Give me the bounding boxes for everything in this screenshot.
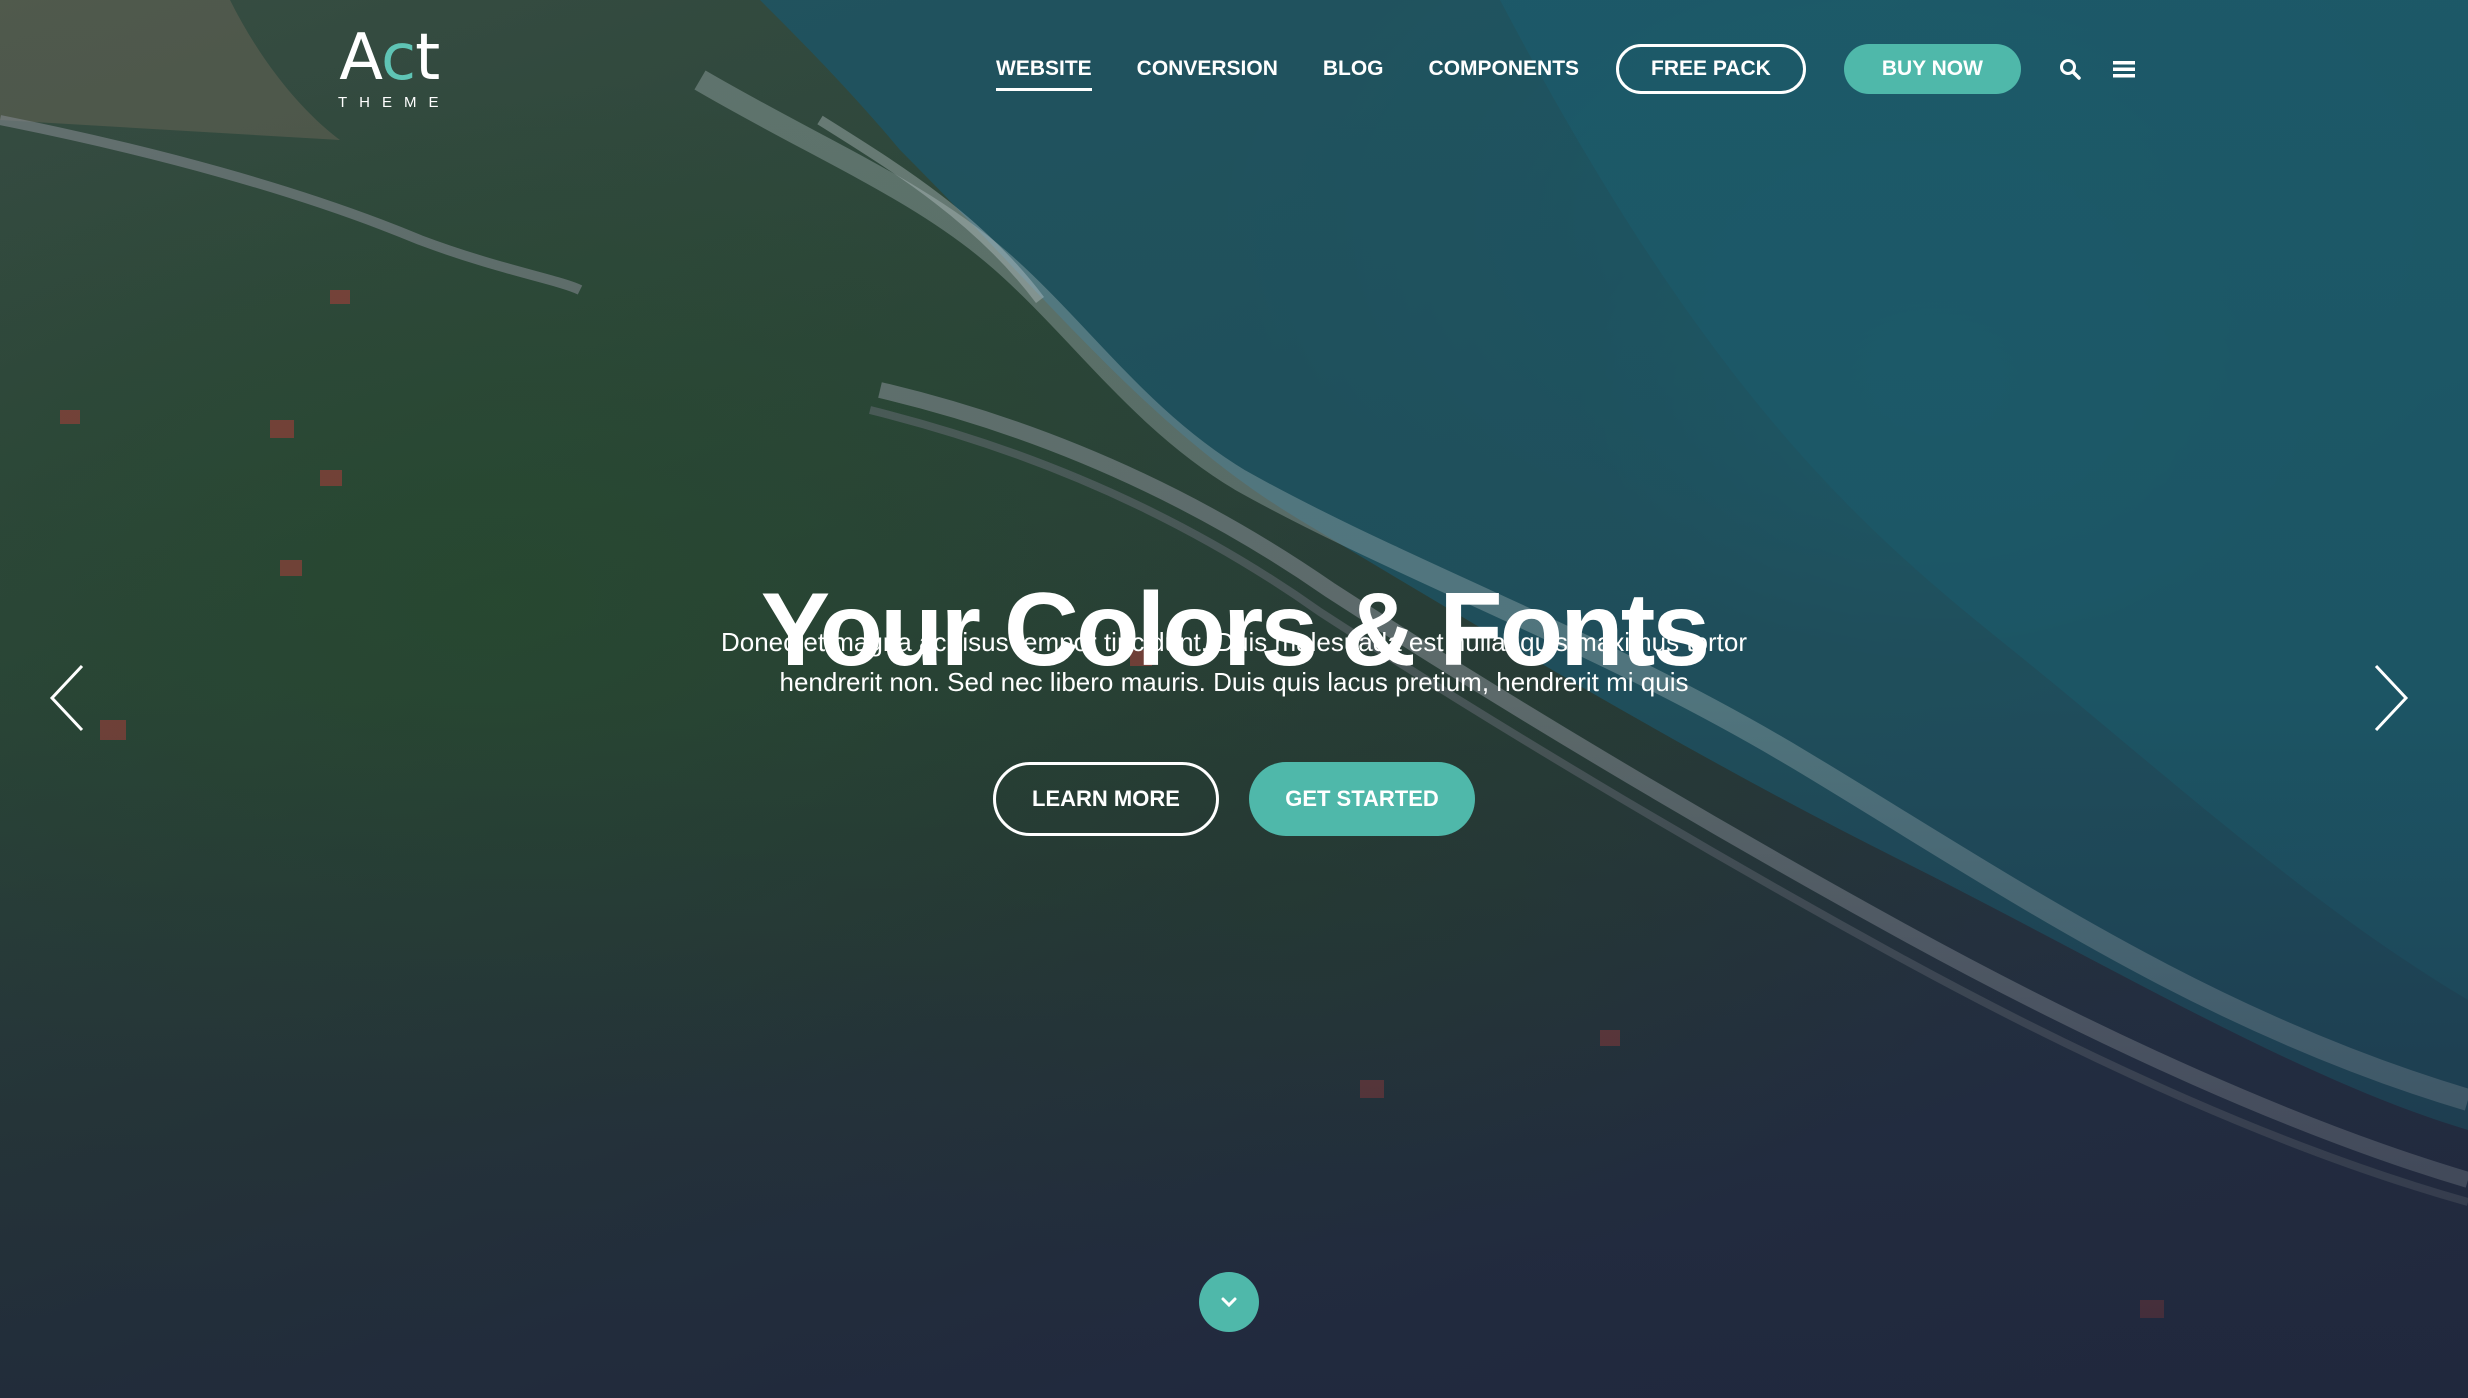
nav-link-website[interactable]: WEBSITE xyxy=(996,57,1092,91)
hero-description: Donec et magna ac risus tempor tincidunt… xyxy=(660,622,1808,702)
brand-logo[interactable]: Act THEME xyxy=(328,26,451,111)
hero-section: Act THEME WEBSITE CONVERSION BLOG COMPON… xyxy=(0,0,2468,1398)
buy-now-button[interactable]: BUY NOW xyxy=(1843,44,2021,94)
hamburger-menu-icon[interactable] xyxy=(2109,54,2139,84)
logo-wordmark: Act xyxy=(339,21,440,95)
logo-subtitle: THEME xyxy=(338,94,451,111)
hero-cta-group: LEARN MORE GET STARTED xyxy=(0,762,2468,836)
nav-link-components[interactable]: COMPONENTS xyxy=(1429,57,1580,81)
main-nav: WEBSITE CONVERSION BLOG COMPONENTS FREE … xyxy=(996,42,2139,96)
scroll-down-button[interactable] xyxy=(1199,1272,1259,1332)
chevron-down-icon xyxy=(1221,1297,1237,1308)
learn-more-button[interactable]: LEARN MORE xyxy=(993,762,1219,836)
hero-description-line-2: hendrerit non. Sed nec libero mauris. Du… xyxy=(779,667,1689,697)
get-started-button[interactable]: GET STARTED xyxy=(1249,762,1475,836)
nav-link-blog[interactable]: BLOG xyxy=(1323,57,1384,81)
hero-description-line-1: Donec et magna ac risus tempor tincidunt… xyxy=(720,627,1748,657)
free-pack-button[interactable]: FREE PACK xyxy=(1616,44,1806,94)
search-icon[interactable] xyxy=(2055,54,2085,84)
nav-link-conversion[interactable]: CONVERSION xyxy=(1137,57,1278,81)
